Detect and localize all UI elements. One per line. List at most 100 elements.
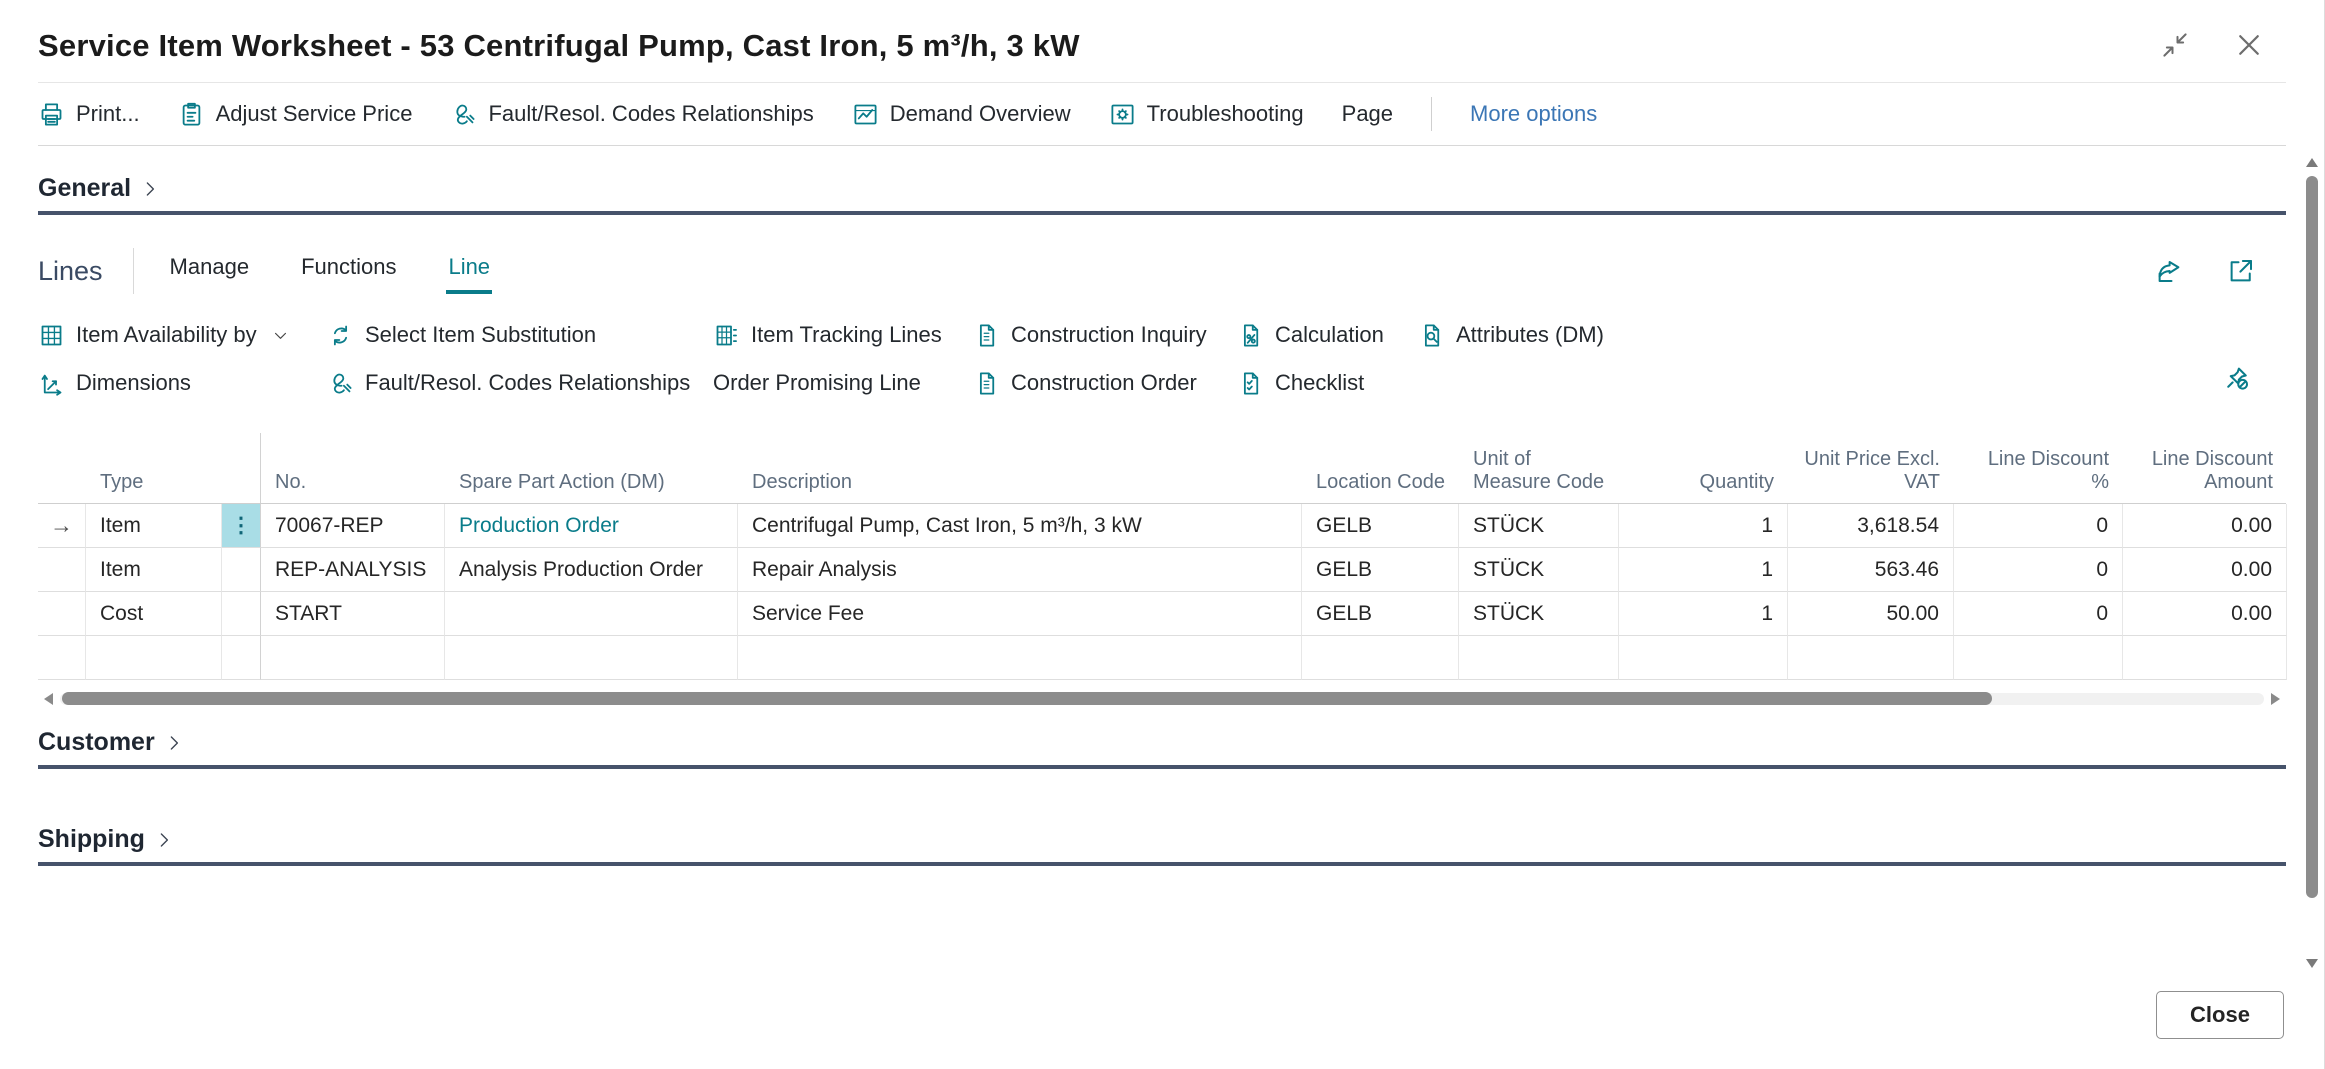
toolbar-button-page[interactable]: Page (1342, 101, 1393, 127)
scroll-up-arrow-icon[interactable] (2306, 158, 2318, 167)
line-action-order-promising-line[interactable]: Order Promising Line (713, 370, 973, 396)
cell-location-code[interactable]: GELB (1302, 592, 1459, 636)
line-action-calculation[interactable]: Calculation (1237, 322, 1418, 349)
cell-line-discount-pct[interactable] (1954, 636, 2123, 680)
cell-unit-of-measure-code[interactable]: STÜCK (1459, 548, 1619, 592)
cell-line-discount-amount[interactable]: 0.00 (2123, 548, 2287, 592)
cell-description[interactable]: Repair Analysis (738, 548, 1302, 592)
toolbar-button-troubleshooting[interactable]: Troubleshooting (1109, 101, 1304, 128)
column-header-line-discount-amount[interactable]: Line Discount Amount (2123, 433, 2287, 503)
tab-functions[interactable]: Functions (299, 248, 398, 294)
customer-header[interactable]: Customer (38, 728, 183, 757)
cell-indicator[interactable] (38, 592, 86, 636)
cell-spare-part-action[interactable] (445, 592, 738, 636)
column-header-spare-part-action-dm[interactable]: Spare Part Action (DM) (445, 433, 738, 503)
cell-unit-price-excl-vat[interactable] (1788, 636, 1954, 680)
cell-line-discount-pct[interactable]: 0 (1954, 504, 2123, 548)
vertical-scrollbar[interactable] (2305, 158, 2319, 968)
cell-quantity[interactable]: 1 (1619, 504, 1788, 548)
cell-menu[interactable] (222, 592, 261, 636)
cell-location-code[interactable]: GELB (1302, 504, 1459, 548)
cell-spare-part-action[interactable]: Production Order (445, 504, 738, 548)
column-header-unit-of-measure-code[interactable]: Unit of Measure Code (1459, 433, 1619, 503)
cell-line-discount-amount[interactable]: 0.00 (2123, 592, 2287, 636)
cell-description[interactable] (738, 636, 1302, 680)
line-action-item-tracking-lines[interactable]: Item Tracking Lines (713, 322, 973, 349)
cell-type[interactable] (86, 636, 222, 680)
cell-menu[interactable]: ⋮ (222, 504, 261, 548)
column-header-no[interactable]: No. (261, 433, 445, 503)
line-action-construction-order[interactable]: Construction Order (973, 370, 1237, 397)
column-header-description[interactable]: Description (738, 433, 1302, 503)
toolbar-button-adjust-service-price[interactable]: Adjust Service Price (178, 101, 413, 128)
line-action-attributes-dm[interactable]: Attributes (DM) (1418, 322, 2286, 349)
cell-unit-of-measure-code[interactable]: STÜCK (1459, 504, 1619, 548)
cell-indicator[interactable] (38, 636, 86, 680)
cell-quantity[interactable]: 1 (1619, 592, 1788, 636)
cell-spare-part-action[interactable]: Analysis Production Order (445, 548, 738, 592)
line-action-checklist[interactable]: Checklist (1237, 370, 1418, 397)
vertical-scroll-thumb[interactable] (2306, 176, 2318, 898)
cell-description[interactable]: Service Fee (738, 592, 1302, 636)
line-action-select-item-substitution[interactable]: Select Item Substitution (327, 322, 713, 349)
cell-line-discount-pct[interactable]: 0 (1954, 548, 2123, 592)
shipping-header[interactable]: Shipping (38, 825, 173, 854)
scroll-left-arrow-icon[interactable] (44, 693, 53, 705)
cell-description[interactable]: Centrifugal Pump, Cast Iron, 5 m³/h, 3 k… (738, 504, 1302, 548)
cell-indicator[interactable] (38, 548, 86, 592)
line-action-label: Select Item Substitution (365, 322, 596, 348)
scroll-right-arrow-icon[interactable] (2271, 693, 2280, 705)
line-action-dimensions[interactable]: Dimensions (38, 370, 327, 397)
restore-down-icon[interactable] (2160, 30, 2190, 60)
cell-unit-of-measure-code[interactable]: STÜCK (1459, 592, 1619, 636)
share-icon[interactable] (2154, 256, 2184, 286)
cell-no[interactable]: START (261, 592, 445, 636)
scroll-down-arrow-icon[interactable] (2306, 959, 2318, 968)
column-header-quantity[interactable]: Quantity (1619, 433, 1788, 503)
cell-no[interactable] (261, 636, 445, 680)
chevron-right-icon (165, 734, 183, 752)
toolbar-button-print[interactable]: Print... (38, 101, 140, 128)
popout-icon[interactable] (2226, 256, 2256, 286)
column-header-type[interactable]: Type (86, 433, 222, 503)
cell-type[interactable]: Item (86, 548, 222, 592)
cell-no[interactable]: 70067-REP (261, 504, 445, 548)
cell-menu[interactable] (222, 636, 261, 680)
toolbar-button-fault-resol-codes-relationships[interactable]: Fault/Resol. Codes Relationships (450, 101, 813, 128)
general-header[interactable]: General (38, 174, 159, 203)
cell-indicator[interactable]: → (38, 504, 86, 548)
line-action-construction-inquiry[interactable]: Construction Inquiry (973, 322, 1237, 349)
cell-unit-price-excl-vat[interactable]: 563.46 (1788, 548, 1954, 592)
toolbar-button-demand-overview[interactable]: Demand Overview (852, 101, 1071, 128)
cell-unit-of-measure-code[interactable] (1459, 636, 1619, 680)
line-action-fault-resol-codes-relationships[interactable]: Fault/Resol. Codes Relationships (327, 370, 713, 397)
cell-quantity[interactable] (1619, 636, 1788, 680)
chevron-right-icon (155, 831, 173, 849)
column-header-location-code[interactable]: Location Code (1302, 433, 1459, 503)
tab-line[interactable]: Line (446, 248, 492, 294)
spare-part-action-link[interactable]: Production Order (459, 514, 619, 537)
cell-location-code[interactable] (1302, 636, 1459, 680)
cell-type[interactable]: Item (86, 504, 222, 548)
cell-quantity[interactable]: 1 (1619, 548, 1788, 592)
cell-spare-part-action[interactable] (445, 636, 738, 680)
close-icon[interactable] (2234, 30, 2264, 60)
cell-line-discount-amount[interactable]: 0.00 (2123, 504, 2287, 548)
tab-manage[interactable]: Manage (168, 248, 252, 294)
cell-line-discount-pct[interactable]: 0 (1954, 592, 2123, 636)
cell-unit-price-excl-vat[interactable]: 50.00 (1788, 592, 1954, 636)
more-options-button[interactable]: More options (1470, 101, 1597, 127)
cell-unit-price-excl-vat[interactable]: 3,618.54 (1788, 504, 1954, 548)
horizontal-scrollbar[interactable] (44, 692, 2280, 706)
cell-no[interactable]: REP-ANALYSIS (261, 548, 445, 592)
column-header-unit-price-excl-vat[interactable]: Unit Price Excl. VAT (1788, 433, 1954, 503)
line-action-item-availability-by[interactable]: Item Availability by (38, 322, 327, 349)
cell-line-discount-amount[interactable] (2123, 636, 2287, 680)
cell-location-code[interactable]: GELB (1302, 548, 1459, 592)
close-button[interactable]: Close (2156, 991, 2284, 1039)
cell-type[interactable]: Cost (86, 592, 222, 636)
column-header-line-discount[interactable]: Line Discount % (1954, 433, 2123, 503)
unpin-icon[interactable] (2222, 363, 2252, 393)
cell-menu[interactable] (222, 548, 261, 592)
horizontal-scroll-thumb[interactable] (62, 692, 1992, 705)
